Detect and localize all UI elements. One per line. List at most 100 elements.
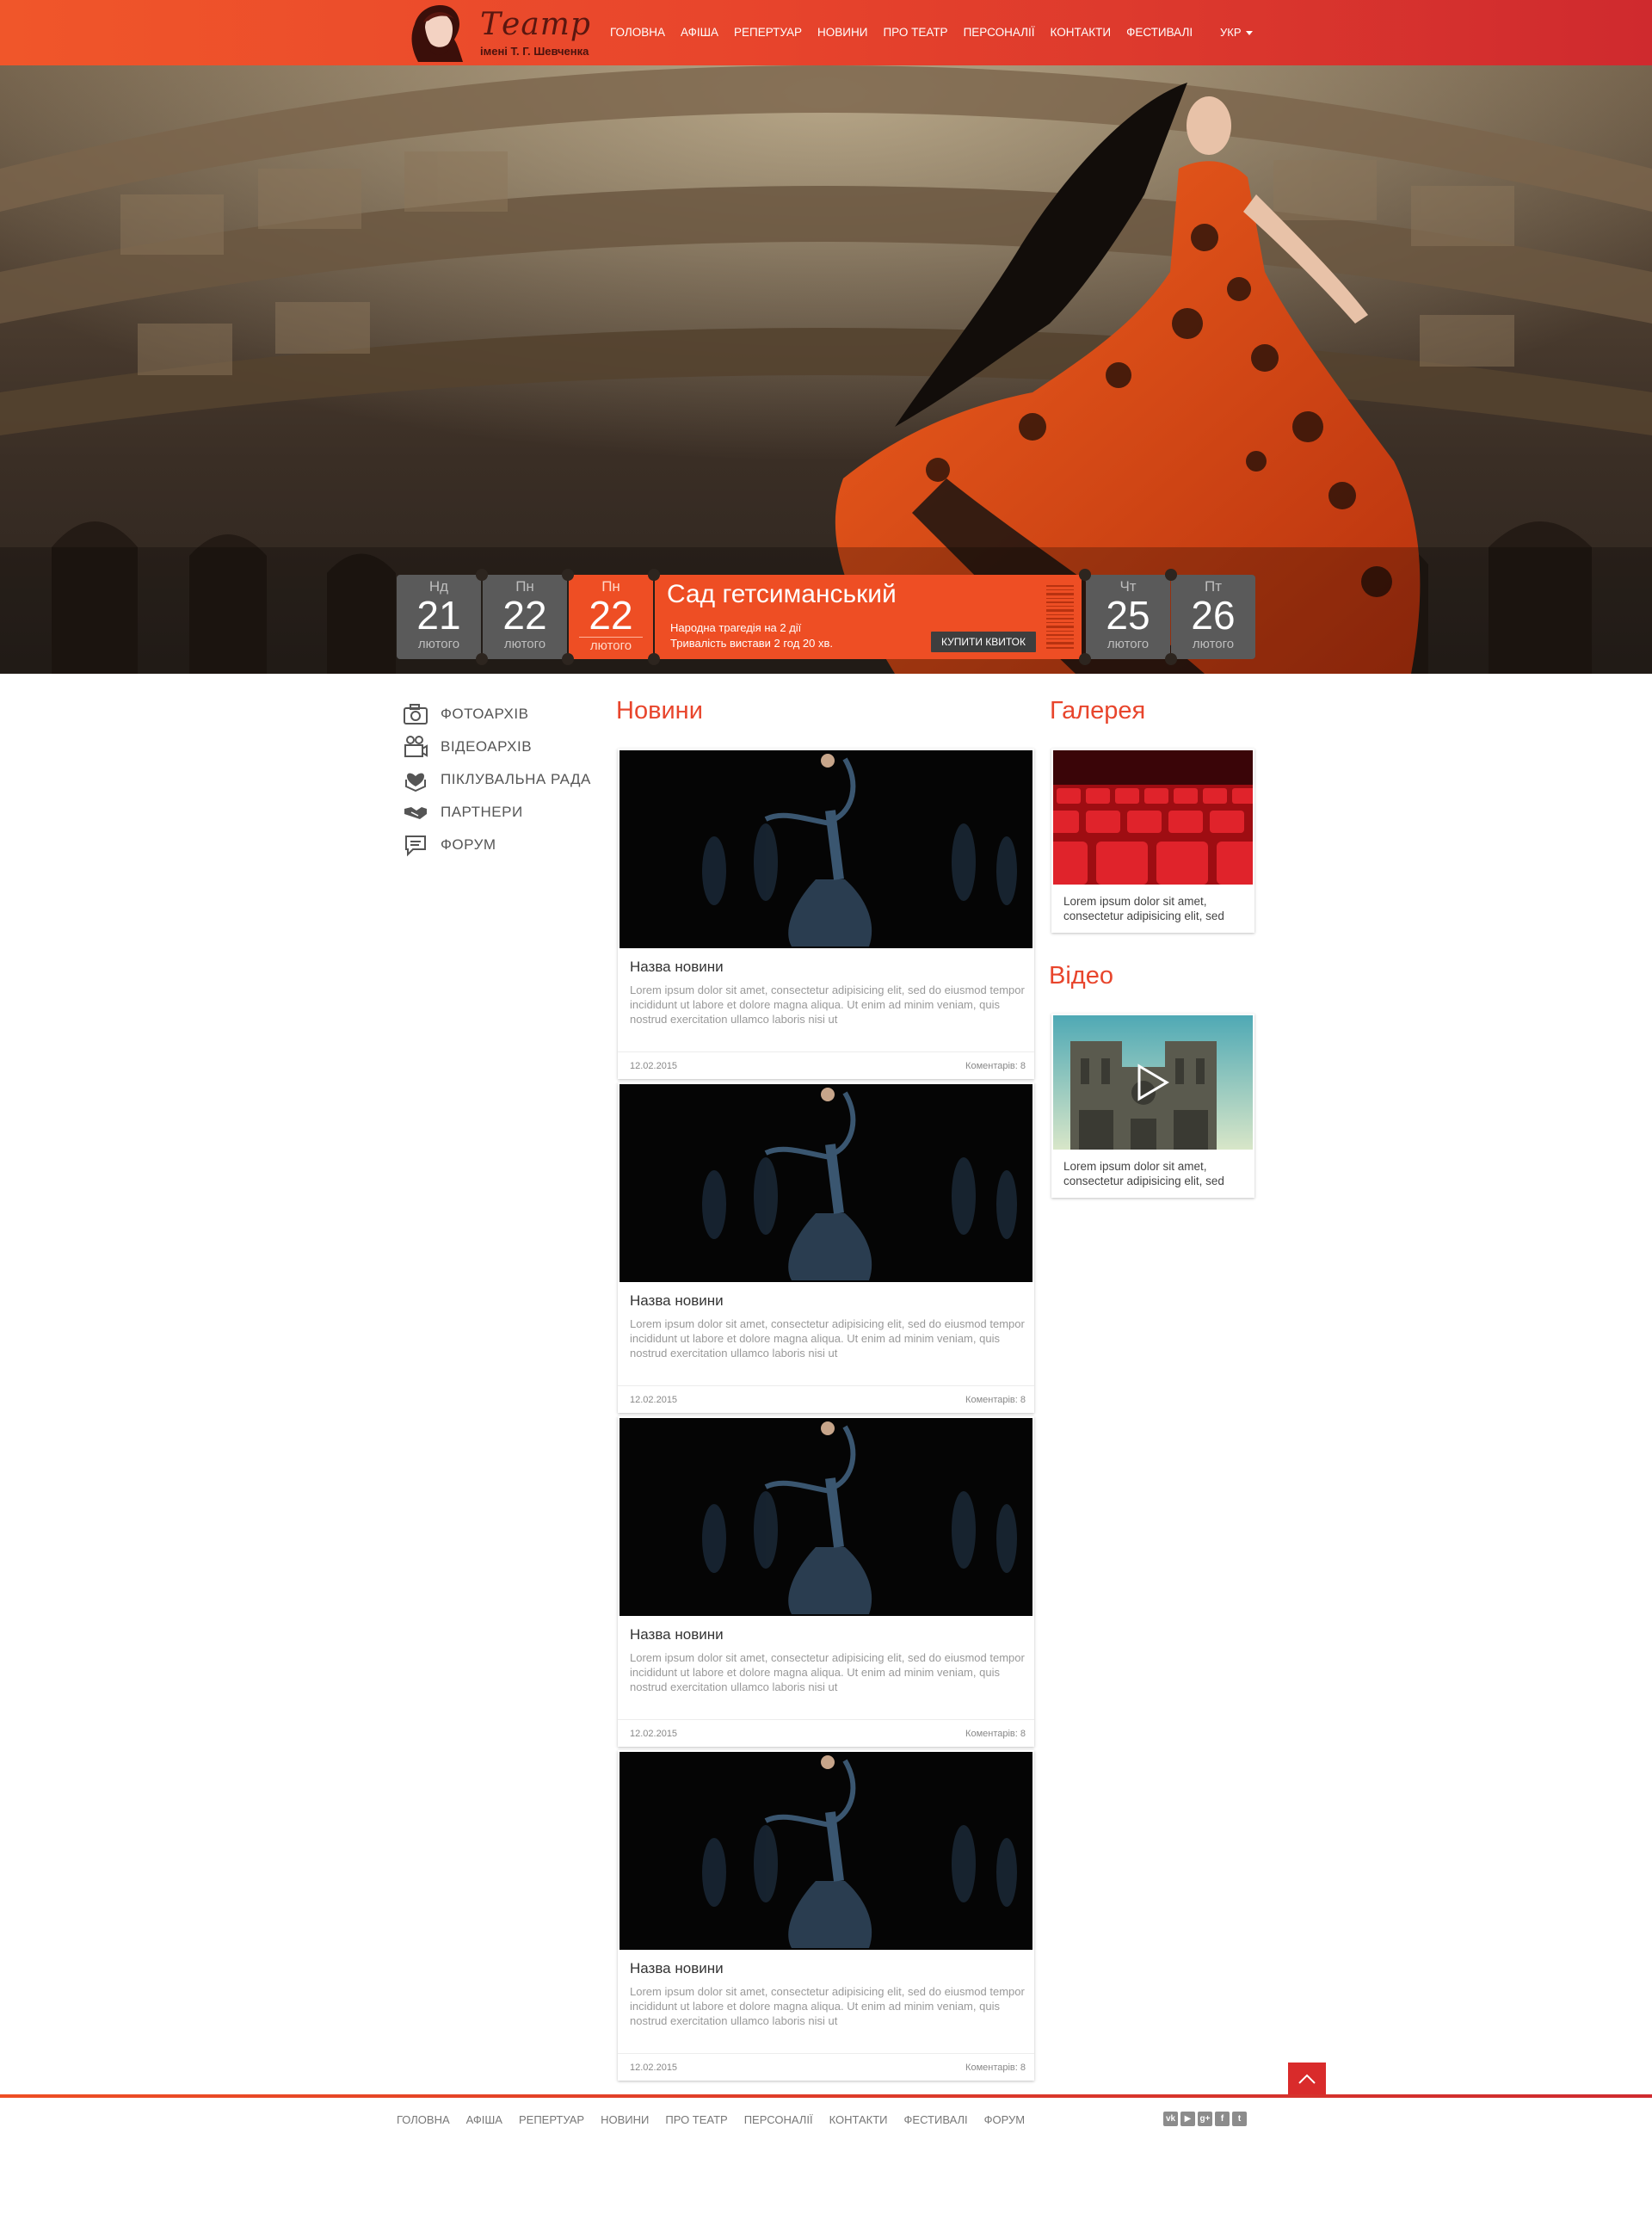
ticket-notch [1079, 569, 1091, 581]
nav-item-contacts[interactable]: КОНТАКТИ [1051, 26, 1112, 39]
footer-link-home[interactable]: ГОЛОВНА [397, 2113, 450, 2126]
logo-subtitle: імені Т. Г. Шевченка [480, 45, 589, 58]
ticket-notch [476, 653, 488, 665]
footer-link-news[interactable]: НОВИНИ [601, 2113, 649, 2126]
main-nav: ГОЛОВНА АФІША РЕПЕРТУАР НОВИНИ ПРО ТЕАТР… [610, 26, 1208, 39]
news-footer: 12.02.2015 Коментарів: 8 [618, 1385, 1034, 1413]
news-title[interactable]: Назва новини [630, 959, 724, 976]
footer-link-about[interactable]: ПРО ТЕАТР [665, 2113, 727, 2126]
news-date: 12.02.2015 [630, 1061, 678, 1071]
news-section-title: Новини [616, 697, 703, 725]
event-genre: Народна трагедія на 2 дії [670, 621, 802, 634]
buy-ticket-button[interactable]: КУПИТИ КВИТОК [931, 632, 1036, 652]
nav-item-about[interactable]: ПРО ТЕАТР [883, 26, 947, 39]
footer-link-playbill[interactable]: АФІША [466, 2113, 502, 2126]
news-footer: 12.02.2015 Коментарів: 8 [618, 1051, 1034, 1079]
news-comments-count[interactable]: Коментарів: 8 [965, 2063, 1026, 2073]
sidebar-item-label: ПАРТНЕРИ [441, 804, 523, 820]
ballet-dancer-image [702, 1088, 1017, 1280]
ticket-notch [1165, 569, 1177, 581]
footer-link-personalities[interactable]: ПЕРСОНАЛІЇ [744, 2113, 813, 2126]
calendar-day[interactable]: Пн 22 лютого [483, 575, 567, 659]
nav-item-personalities[interactable]: ПЕРСОНАЛІЇ [964, 26, 1035, 39]
ticket-notch [476, 569, 488, 581]
nav-item-news[interactable]: НОВИНИ [817, 26, 867, 39]
news-image [620, 1084, 1032, 1282]
calendar-month: лютого [503, 637, 546, 651]
sidebar-item-forum[interactable]: ФОРУМ [403, 832, 496, 858]
facebook-icon[interactable]: f [1215, 2112, 1230, 2126]
news-image [620, 1752, 1032, 1950]
gallery-caption: Lorem ipsum dolor sit amet, consectetur … [1063, 895, 1224, 922]
youtube-icon[interactable]: ▶ [1180, 2112, 1195, 2126]
nav-item-home[interactable]: ГОЛОВНА [610, 26, 665, 39]
nav-item-festivals[interactable]: ФЕСТИВАЛІ [1126, 26, 1193, 39]
video-card[interactable]: Lorem ipsum dolor sit amet, consectetur … [1051, 1014, 1254, 1198]
footer-nav: ГОЛОВНА АФІША РЕПЕРТУАР НОВИНИ ПРО ТЕАТР… [397, 2113, 1041, 2126]
calendar-day[interactable]: Нд 21 лютого [397, 575, 481, 659]
google-plus-icon[interactable]: g+ [1198, 2112, 1212, 2126]
site-header: Театр імені Т. Г. Шевченка ГОЛОВНА АФІША… [0, 0, 1652, 65]
event-title: Сад гетсиманський [667, 580, 897, 608]
sidebar-item-board-of-trustees[interactable]: ПІКЛУВАЛЬНА РАДА [403, 767, 591, 792]
ticket-notch [562, 569, 574, 581]
news-excerpt: Lorem ipsum dolor sit amet, consectetur … [630, 1317, 1025, 1360]
news-date: 12.02.2015 [630, 2063, 678, 2073]
calendar-day[interactable]: Чт 25 лютого [1086, 575, 1170, 659]
footer-divider [0, 2094, 1652, 2098]
sidebar-item-partners[interactable]: ПАРТНЕРИ [403, 799, 523, 825]
calendar-date: 26 [1191, 593, 1236, 638]
language-selector[interactable]: УКР [1220, 26, 1253, 39]
footer-link-repertoire[interactable]: РЕПЕРТУАР [519, 2113, 584, 2126]
calendar-day-selected[interactable]: Пн 22 лютого [569, 575, 653, 659]
footer-link-forum[interactable]: ФОРУМ [984, 2113, 1025, 2126]
news-comments-count[interactable]: Коментарів: 8 [965, 1395, 1026, 1405]
ballet-dancer-image [702, 754, 1017, 947]
handshake-icon [404, 807, 427, 819]
news-card[interactable]: Назва новини Lorem ipsum dolor sit amet,… [618, 749, 1034, 1079]
news-image [620, 1418, 1032, 1616]
news-title[interactable]: Назва новини [630, 1626, 724, 1643]
news-date: 12.02.2015 [630, 1395, 678, 1405]
news-comments-count[interactable]: Коментарів: 8 [965, 1061, 1026, 1071]
calendar-month: лютого [1106, 637, 1150, 651]
nav-item-playbill[interactable]: АФІША [681, 26, 718, 39]
news-footer: 12.02.2015 Коментарів: 8 [618, 1719, 1034, 1747]
news-card[interactable]: Назва новини Lorem ipsum dolor sit amet,… [618, 1082, 1034, 1413]
event-duration: Тривалість вистави 2 год 20 хв. [670, 637, 834, 650]
vk-icon[interactable]: vk [1163, 2112, 1178, 2126]
play-icon[interactable] [1136, 1064, 1170, 1101]
calendar-month: лютого [417, 637, 460, 651]
ticket-notch [648, 653, 660, 665]
sidebar-item-label: ВІДЕОАРХІВ [441, 738, 533, 755]
news-card[interactable]: Назва новини Lorem ipsum dolor sit amet,… [618, 1750, 1034, 2081]
news-excerpt: Lorem ipsum dolor sit amet, consectetur … [630, 984, 1025, 1026]
news-title[interactable]: Назва новини [630, 1960, 724, 1977]
twitter-icon[interactable]: t [1232, 2112, 1247, 2126]
ballet-dancer-image [702, 1755, 1017, 1948]
gallery-card[interactable]: Lorem ipsum dolor sit amet, consectetur … [1051, 749, 1254, 933]
caret-down-icon [1245, 31, 1253, 36]
shevchenko-portrait-icon [411, 5, 463, 62]
footer-link-contacts[interactable]: КОНТАКТИ [829, 2113, 888, 2126]
news-title[interactable]: Назва новини [630, 1292, 724, 1310]
back-to-top-button[interactable] [1288, 2063, 1326, 2097]
news-excerpt: Lorem ipsum dolor sit amet, consectetur … [630, 1985, 1025, 2027]
news-excerpt: Lorem ipsum dolor sit amet, consectetur … [630, 1651, 1025, 1693]
sidebar-item-photo-archive[interactable]: ФОТОАРХІВ [403, 701, 528, 727]
nav-item-repertoire[interactable]: РЕПЕРТУАР [734, 26, 802, 39]
sidebar-item-label: ФОТОАРХІВ [441, 706, 529, 722]
video-thumbnail [1053, 1015, 1253, 1150]
calendar-event-ticket: Сад гетсиманський Народна трагедія на 2 … [655, 575, 1082, 659]
language-label: УКР [1220, 26, 1242, 39]
video-caption: Lorem ipsum dolor sit amet, consectetur … [1063, 1160, 1224, 1187]
theatre-logo[interactable]: Театр імені Т. Г. Шевченка [403, 2, 590, 62]
news-image [620, 750, 1032, 948]
news-comments-count[interactable]: Коментарів: 8 [965, 1729, 1026, 1739]
news-card[interactable]: Назва новини Lorem ipsum dolor sit amet,… [618, 1416, 1034, 1747]
care-hands-icon [405, 773, 426, 792]
footer-link-festivals[interactable]: ФЕСТИВАЛІ [904, 2113, 968, 2126]
sidebar-item-video-archive[interactable]: ВІДЕОАРХІВ [403, 734, 532, 760]
calendar-day[interactable]: Пт 26 лютого [1171, 575, 1255, 659]
calendar-month: лютого [579, 637, 643, 653]
